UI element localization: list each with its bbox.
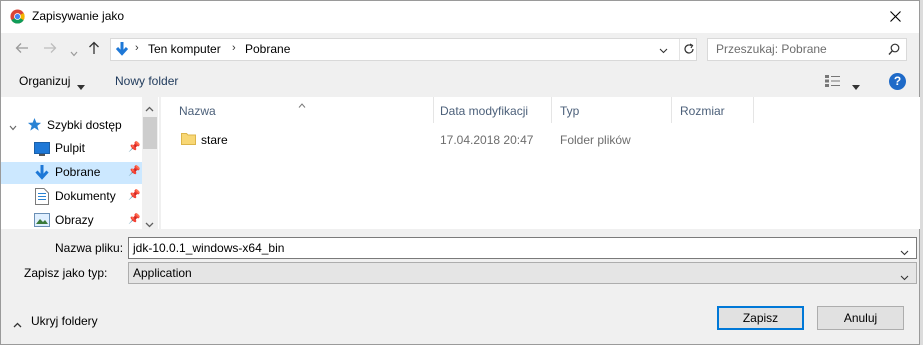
pin-icon[interactable]: 📌 [128, 214, 140, 225]
nav-item-documents[interactable]: Dokumenty 📌 [1, 186, 142, 208]
nav-item-label: Obrazy [55, 213, 94, 227]
arrow-right-icon[interactable] [43, 41, 57, 57]
close-button[interactable] [873, 1, 919, 33]
chevron-up-icon [13, 317, 22, 331]
nav-item-pictures[interactable]: Obrazy 📌 [1, 210, 142, 229]
nav-item-label: Pobrane [55, 165, 101, 179]
view-options-icon[interactable] [825, 75, 841, 90]
documents-icon [35, 188, 49, 208]
breadcrumb-this-pc[interactable]: Ten komputer [148, 42, 221, 56]
column-divider[interactable] [433, 97, 434, 123]
chrome-icon [10, 9, 25, 24]
nav-item-desktop[interactable]: Pulpit 📌 [1, 138, 142, 160]
filename-label: Nazwa pliku: [55, 241, 124, 255]
chevron-down-icon[interactable] [70, 44, 78, 60]
folder-icon [181, 132, 196, 148]
chevron-down-icon[interactable] [9, 120, 17, 134]
column-divider[interactable] [551, 97, 552, 123]
desktop-icon [34, 142, 50, 159]
nav-item-label: Szybki dostęp [47, 118, 122, 132]
nav-item-quick-access[interactable]: Szybki dostęp [1, 115, 142, 137]
cancel-button[interactable]: Anuluj [817, 306, 904, 330]
new-folder-button[interactable]: Nowy folder [115, 74, 178, 88]
search-icon[interactable] [888, 43, 900, 59]
file-type: Folder plików [560, 133, 631, 147]
refresh-icon [684, 43, 694, 54]
scrollbar-thumb[interactable] [143, 117, 157, 149]
file-name: stare [201, 133, 228, 147]
save-button[interactable]: Zapisz [717, 306, 804, 330]
column-header-date[interactable]: Data modyfikacji [440, 104, 528, 118]
nav-item-downloads[interactable]: Pobrane 📌 [1, 162, 142, 184]
pictures-icon [34, 213, 50, 229]
save-as-dialog: Zapisywanie jako › Ten komputer › Pobran… [0, 0, 921, 345]
window-title: Zapisywanie jako [32, 9, 125, 23]
file-list: Nazwa Data modyfikacji Typ Rozmiar stare… [161, 97, 921, 229]
chevron-right-icon: › [232, 42, 236, 54]
column-divider[interactable] [753, 97, 754, 123]
nav-scrollbar[interactable] [142, 97, 158, 229]
chevron-right-icon: › [135, 42, 139, 54]
organize-menu[interactable]: Organizuj [19, 74, 70, 88]
download-folder-icon [114, 41, 130, 60]
pin-icon[interactable]: 📌 [128, 190, 140, 201]
file-row[interactable]: stare 17.04.2018 20:47 Folder plików [181, 130, 781, 150]
chevron-down-icon[interactable] [659, 43, 668, 57]
column-divider[interactable] [671, 97, 672, 123]
filetype-value: Application [133, 266, 192, 280]
column-header-type[interactable]: Typ [560, 104, 579, 118]
refresh-button[interactable] [679, 39, 698, 60]
column-header-size[interactable]: Rozmiar [680, 104, 725, 118]
chevron-down-icon[interactable] [900, 245, 909, 259]
close-icon [890, 11, 901, 22]
hide-folders-label: Ukryj foldery [31, 314, 98, 328]
chevron-down-icon [77, 79, 85, 93]
filename-field[interactable]: jdk-10.0.1_windows-x64_bin [128, 237, 917, 259]
nav-item-label: Pulpit [55, 141, 86, 155]
pin-icon[interactable]: 📌 [128, 166, 140, 177]
navigation-pane: Szybki dostęp Pulpit 📌 Pobrane 📌 Dokumen… [1, 97, 159, 229]
arrow-left-icon[interactable] [15, 41, 29, 57]
address-bar[interactable]: › Ten komputer › Pobrane [110, 38, 697, 61]
chevron-down-icon[interactable] [145, 217, 154, 231]
chevron-down-icon[interactable] [852, 79, 860, 93]
file-date: 17.04.2018 20:47 [440, 133, 534, 147]
pin-icon[interactable]: 📌 [128, 142, 140, 153]
filetype-label: Zapisz jako typ: [24, 266, 108, 280]
nav-item-label: Dokumenty [55, 189, 116, 203]
star-icon [27, 117, 42, 135]
help-icon[interactable]: ? [889, 73, 906, 90]
filetype-select[interactable]: Application [128, 262, 917, 284]
column-header-name[interactable]: Nazwa [179, 104, 216, 118]
arrow-up-icon[interactable] [88, 41, 100, 57]
download-icon [34, 164, 50, 184]
title-bar: Zapisywanie jako [1, 1, 919, 33]
search-placeholder: Przeszukaj: Pobrane [716, 42, 827, 56]
breadcrumb-downloads[interactable]: Pobrane [245, 42, 290, 56]
sort-ascending-icon [298, 97, 306, 111]
chevron-up-icon[interactable] [145, 101, 154, 115]
filename-value: jdk-10.0.1_windows-x64_bin [133, 241, 285, 255]
chevron-down-icon[interactable] [900, 270, 909, 284]
search-input[interactable]: Przeszukaj: Pobrane [707, 38, 907, 61]
